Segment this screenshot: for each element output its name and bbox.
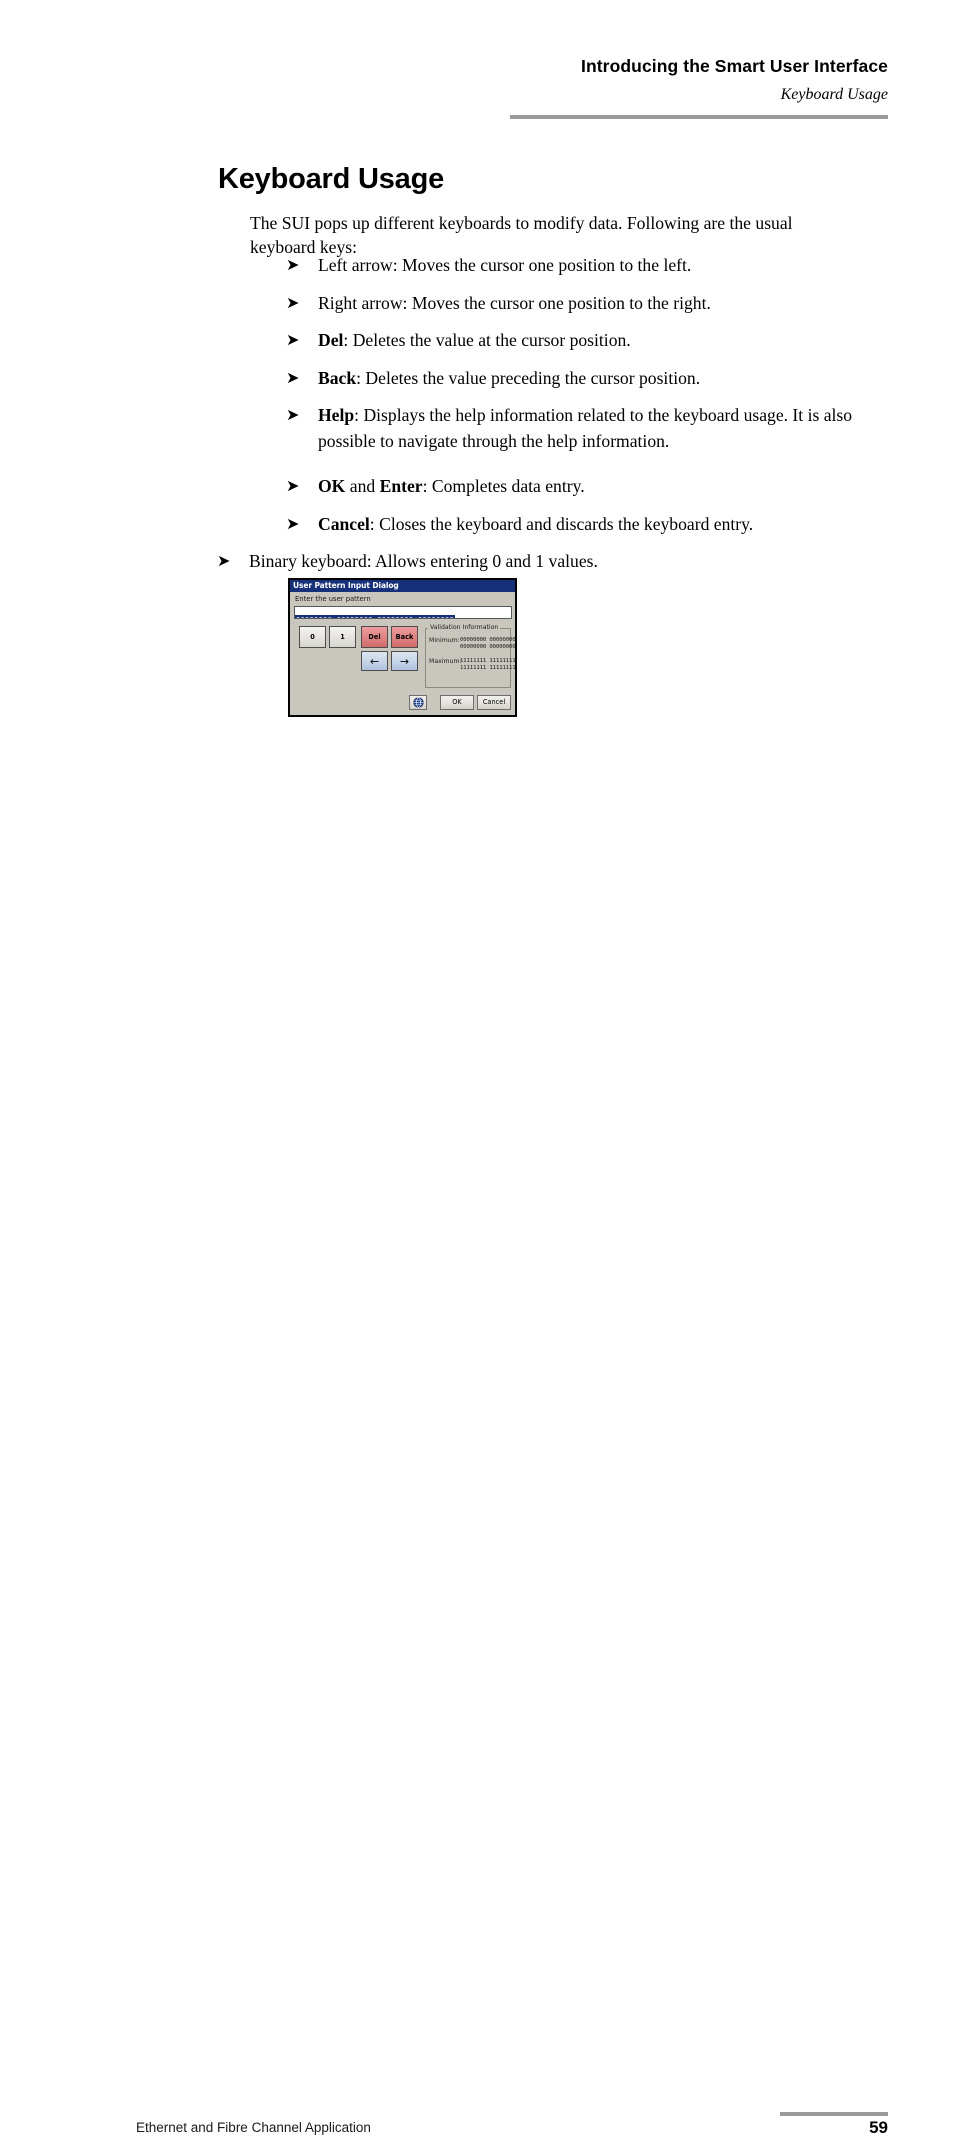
list-item-description: : Closes the keyboard and discards the k… [369,513,754,534]
list-item: ➤ Del: Deletes the value at the cursor p… [250,328,890,354]
list-item-text: Left arrow: Moves the cursor one positio… [318,255,692,275]
key-name-back: Back [318,367,357,388]
arrow-bullet-icon: ➤ [286,515,300,533]
dialog-ok-button[interactable]: OK [440,695,474,710]
minimum-value-line2: 00000000 00000000 [460,644,516,650]
key-name-del: Del [318,330,344,350]
list-item-conjunction: and [345,476,380,496]
list-item-description: : Deletes the value preceding the cursor… [356,367,701,388]
footer-divider-rule [780,2112,888,2116]
list-item: ➤ Help: Displays the help information re… [250,403,890,454]
list-item-text: OK and Enter: Completes data entry. [318,474,890,500]
list-item-description: : Deletes the value at the cursor positi… [343,330,631,350]
dialog-cancel-button[interactable]: Cancel [477,695,511,710]
maximum-value: 11111111 11111111 11111111 11111111 [460,658,516,672]
list-item: ➤ Cancel: Closes the keyboard and discar… [250,512,890,538]
arrow-bullet-icon: ➤ [286,478,300,495]
key-name-ok: OK [318,476,346,496]
key-button-back[interactable]: Back [391,626,418,648]
list-item-text: Back: Deletes the value preceding the cu… [318,366,890,392]
user-pattern-input-dialog-figure: User Pattern Input Dialog Enter the user… [288,578,517,717]
list-item-text: Del: Deletes the value at the cursor pos… [318,328,890,354]
list-item: ➤ Back: Deletes the value preceding the … [250,366,890,392]
arrow-bullet-icon: ➤ [286,257,300,274]
list-item-description: : Displays the help information related … [318,405,853,451]
list-item-text: Help: Displays the help information rela… [318,403,890,454]
dialog-title-bar: User Pattern Input Dialog [290,580,515,592]
arrow-bullet-icon: ➤ [217,553,231,570]
key-name-help: Help [318,405,355,425]
list-item-text: Cancel: Closes the keyboard and discards… [318,512,890,538]
keyboard-keys-list: ➤ Left arrow: Moves the cursor one posit… [217,253,890,587]
key-button-del[interactable]: Del [361,626,388,648]
user-pattern-input-field[interactable]: 00000000 00000000 00000000 00000000 [294,606,512,619]
key-name-enter: Enter [379,476,423,496]
dialog-prompt-label: Enter the user pattern [295,595,371,603]
header-chapter-title: Introducing the Smart User Interface [581,56,888,76]
maximum-value-line1: 11111111 11111111 [460,658,516,664]
minimum-label: Minimum: [429,637,460,644]
arrow-bullet-icon: ➤ [286,294,300,312]
header-divider-rule [510,115,888,119]
minimum-value-line1: 00000000 00000000 [460,637,516,643]
key-button-left-arrow[interactable]: ← [361,651,388,671]
dialog-help-button[interactable] [409,695,427,710]
maximum-label: Maximum: [429,658,462,665]
page-number: 59 [869,2118,888,2137]
list-item-text: Right arrow: Moves the cursor one positi… [318,292,711,313]
list-item: ➤ Right arrow: Moves the cursor one posi… [250,291,890,317]
page-header: Introducing the Smart User Interface Key… [0,0,954,130]
help-globe-icon [412,697,424,708]
input-selected-value: 00000000 00000000 00000000 00000000 [295,615,456,618]
page-title: Keyboard Usage [218,163,445,196]
minimum-value: 00000000 00000000 00000000 00000000 [460,637,516,651]
arrow-bullet-icon: ➤ [286,369,300,387]
key-button-zero[interactable]: 0 [299,626,326,648]
arrow-bullet-icon: ➤ [286,332,300,349]
list-item-text: Binary keyboard: Allows entering 0 and 1… [249,551,598,571]
maximum-value-line2: 11111111 11111111 [460,665,516,671]
page-footer: Ethernet and Fibre Channel Application 5… [0,1049,954,2137]
key-name-cancel: Cancel [318,513,370,534]
key-button-right-arrow[interactable]: → [391,651,418,671]
list-item-binary-keyboard: ➤ Binary keyboard: Allows entering 0 and… [215,549,890,575]
arrow-bullet-icon: ➤ [286,407,300,424]
list-item: ➤ OK and Enter: Completes data entry. [250,474,890,500]
header-section-title: Keyboard Usage [780,86,888,103]
footer-document-title: Ethernet and Fibre Channel Application [136,2120,371,2135]
list-item: ➤ Left arrow: Moves the cursor one posit… [250,253,890,279]
validation-panel-legend: Validation Information [428,624,501,631]
list-item-description: : Completes data entry. [422,476,585,496]
key-button-one[interactable]: 1 [329,626,356,648]
